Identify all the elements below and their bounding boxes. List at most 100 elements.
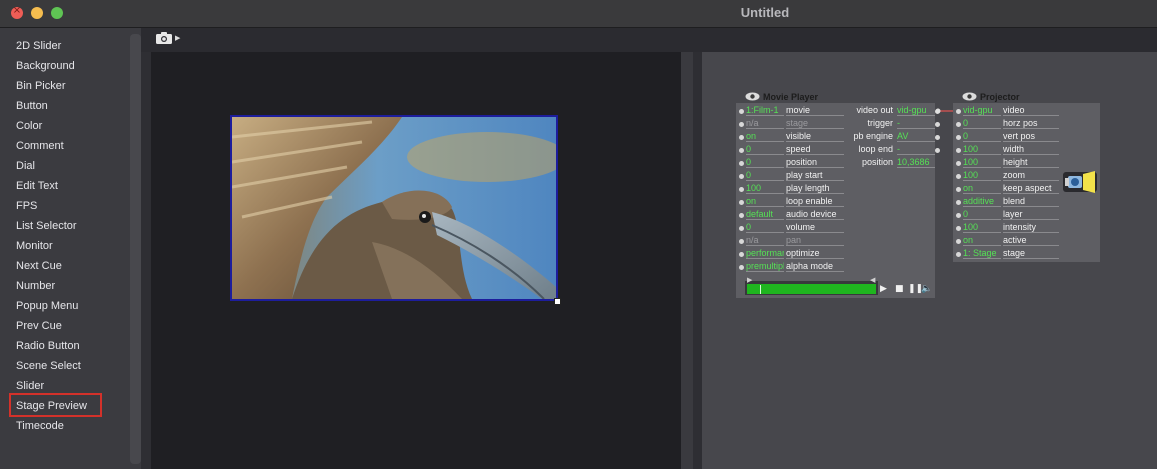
output-value: - [897, 144, 935, 155]
sidebar-item-radio-button[interactable]: Radio Button [16, 340, 80, 352]
input-port[interactable] [739, 239, 744, 244]
output-port[interactable] [935, 135, 940, 140]
input-port[interactable] [956, 109, 961, 114]
input-value[interactable]: n/a [746, 235, 784, 246]
movie-player-output-row: position 10,3686 [846, 157, 935, 170]
sidebar-item-color[interactable]: Color [16, 120, 42, 132]
input-value[interactable]: performance [746, 248, 784, 259]
input-value[interactable]: on [963, 183, 1001, 194]
input-value[interactable]: vid-gpu [963, 105, 1001, 116]
input-port[interactable] [956, 161, 961, 166]
sidebar-item-bin-picker[interactable]: Bin Picker [16, 80, 66, 92]
snapshot-menu-arrow-icon[interactable]: ▶ [175, 34, 180, 42]
input-value[interactable]: 100 [963, 222, 1001, 233]
input-port[interactable] [956, 187, 961, 192]
input-port[interactable] [956, 174, 961, 179]
input-port[interactable] [956, 122, 961, 127]
input-value[interactable]: 0 [963, 118, 1001, 129]
input-value[interactable]: default [746, 209, 784, 220]
movie-player-output-row: video out vid-gpu [846, 105, 940, 118]
input-port[interactable] [739, 200, 744, 205]
input-port[interactable] [739, 213, 744, 218]
input-port[interactable] [739, 109, 744, 114]
play-start-marker-icon[interactable]: ▶ [747, 276, 752, 284]
input-port[interactable] [739, 148, 744, 153]
eye-icon[interactable] [962, 92, 977, 101]
movie-player-input-row: default audio device [736, 209, 846, 222]
input-value[interactable]: 100 [963, 144, 1001, 155]
sidebar-item-timecode[interactable]: Timecode [16, 420, 64, 432]
input-value[interactable]: premultiplied [746, 261, 784, 272]
input-port[interactable] [956, 200, 961, 205]
input-port[interactable] [956, 213, 961, 218]
input-port[interactable] [739, 265, 744, 270]
playback-progress[interactable] [747, 284, 876, 294]
output-port[interactable] [935, 122, 940, 127]
input-value[interactable]: additive [963, 196, 1001, 207]
pane-divider[interactable] [693, 52, 702, 469]
input-value[interactable]: n/a [746, 118, 784, 129]
input-value[interactable]: on [746, 196, 784, 207]
output-port[interactable] [935, 148, 940, 153]
input-port[interactable] [956, 239, 961, 244]
minimize-window-button[interactable] [31, 7, 43, 19]
input-port[interactable] [739, 161, 744, 166]
playhead-marker[interactable] [760, 285, 761, 294]
input-value[interactable]: 1:Film-1 [746, 105, 784, 116]
sidebar-item-prev-cue[interactable]: Prev Cue [16, 320, 62, 332]
zoom-window-button[interactable] [51, 7, 63, 19]
input-label: volume [786, 222, 844, 233]
input-value[interactable]: 1: Stage [963, 248, 1001, 259]
input-value[interactable]: 0 [963, 209, 1001, 220]
close-window-button[interactable]: × [11, 5, 23, 19]
sidebar-item-popup-menu[interactable]: Popup Menu [16, 300, 78, 312]
stop-icon[interactable]: ■ [895, 284, 904, 294]
input-port[interactable] [739, 252, 744, 257]
input-value[interactable]: 0 [746, 144, 784, 155]
input-value[interactable]: 0 [746, 170, 784, 181]
input-value[interactable]: 0 [746, 222, 784, 233]
input-port[interactable] [739, 135, 744, 140]
sidebar-item-background[interactable]: Background [16, 60, 75, 72]
input-label: blend [1003, 196, 1059, 207]
stage-resize-handle[interactable] [554, 298, 561, 305]
input-port[interactable] [739, 122, 744, 127]
input-port[interactable] [956, 226, 961, 231]
volume-icon[interactable]: 🔈 [921, 284, 932, 294]
sidebar-item-scene-select[interactable]: Scene Select [16, 360, 81, 372]
sidebar-item-next-cue[interactable]: Next Cue [16, 260, 62, 272]
projector-input-row: 1: Stage stage [953, 248, 1061, 261]
sidebar-item-number[interactable]: Number [16, 280, 55, 292]
sidebar-item-button[interactable]: Button [16, 100, 48, 112]
sidebar-item-2d-slider[interactable]: 2D Slider [16, 40, 61, 52]
input-value[interactable]: on [963, 235, 1001, 246]
input-value[interactable]: 100 [963, 170, 1001, 181]
stage-preview[interactable] [230, 115, 558, 301]
play-icon[interactable]: ▶ [880, 284, 887, 294]
input-value[interactable]: on [746, 131, 784, 142]
preview-scrollbar[interactable] [681, 52, 693, 469]
sidebar-item-comment[interactable]: Comment [16, 140, 64, 152]
sidebar-item-list-selector[interactable]: List Selector [16, 220, 77, 232]
sidebar-scrollbar[interactable] [130, 34, 141, 464]
camera-icon[interactable] [156, 32, 172, 44]
sidebar-item-edit-text[interactable]: Edit Text [16, 180, 58, 192]
input-label: pan [786, 235, 844, 246]
input-port[interactable] [739, 187, 744, 192]
sidebar-item-dial[interactable]: Dial [16, 160, 35, 172]
input-port[interactable] [956, 252, 961, 257]
eye-icon[interactable] [745, 92, 760, 101]
sidebar-item-fps[interactable]: FPS [16, 200, 37, 212]
sidebar-item-slider[interactable]: Slider [16, 380, 44, 392]
input-value[interactable]: 0 [746, 157, 784, 168]
input-value[interactable]: 100 [746, 183, 784, 194]
play-end-marker-icon[interactable]: ◀ [870, 276, 875, 284]
input-port[interactable] [739, 174, 744, 179]
input-port[interactable] [956, 148, 961, 153]
input-port[interactable] [739, 226, 744, 231]
sidebar-item-monitor[interactable]: Monitor [16, 240, 53, 252]
input-value[interactable]: 100 [963, 157, 1001, 168]
input-port[interactable] [956, 135, 961, 140]
movie-player-input-row: performanceoptimize [736, 248, 846, 261]
input-value[interactable]: 0 [963, 131, 1001, 142]
